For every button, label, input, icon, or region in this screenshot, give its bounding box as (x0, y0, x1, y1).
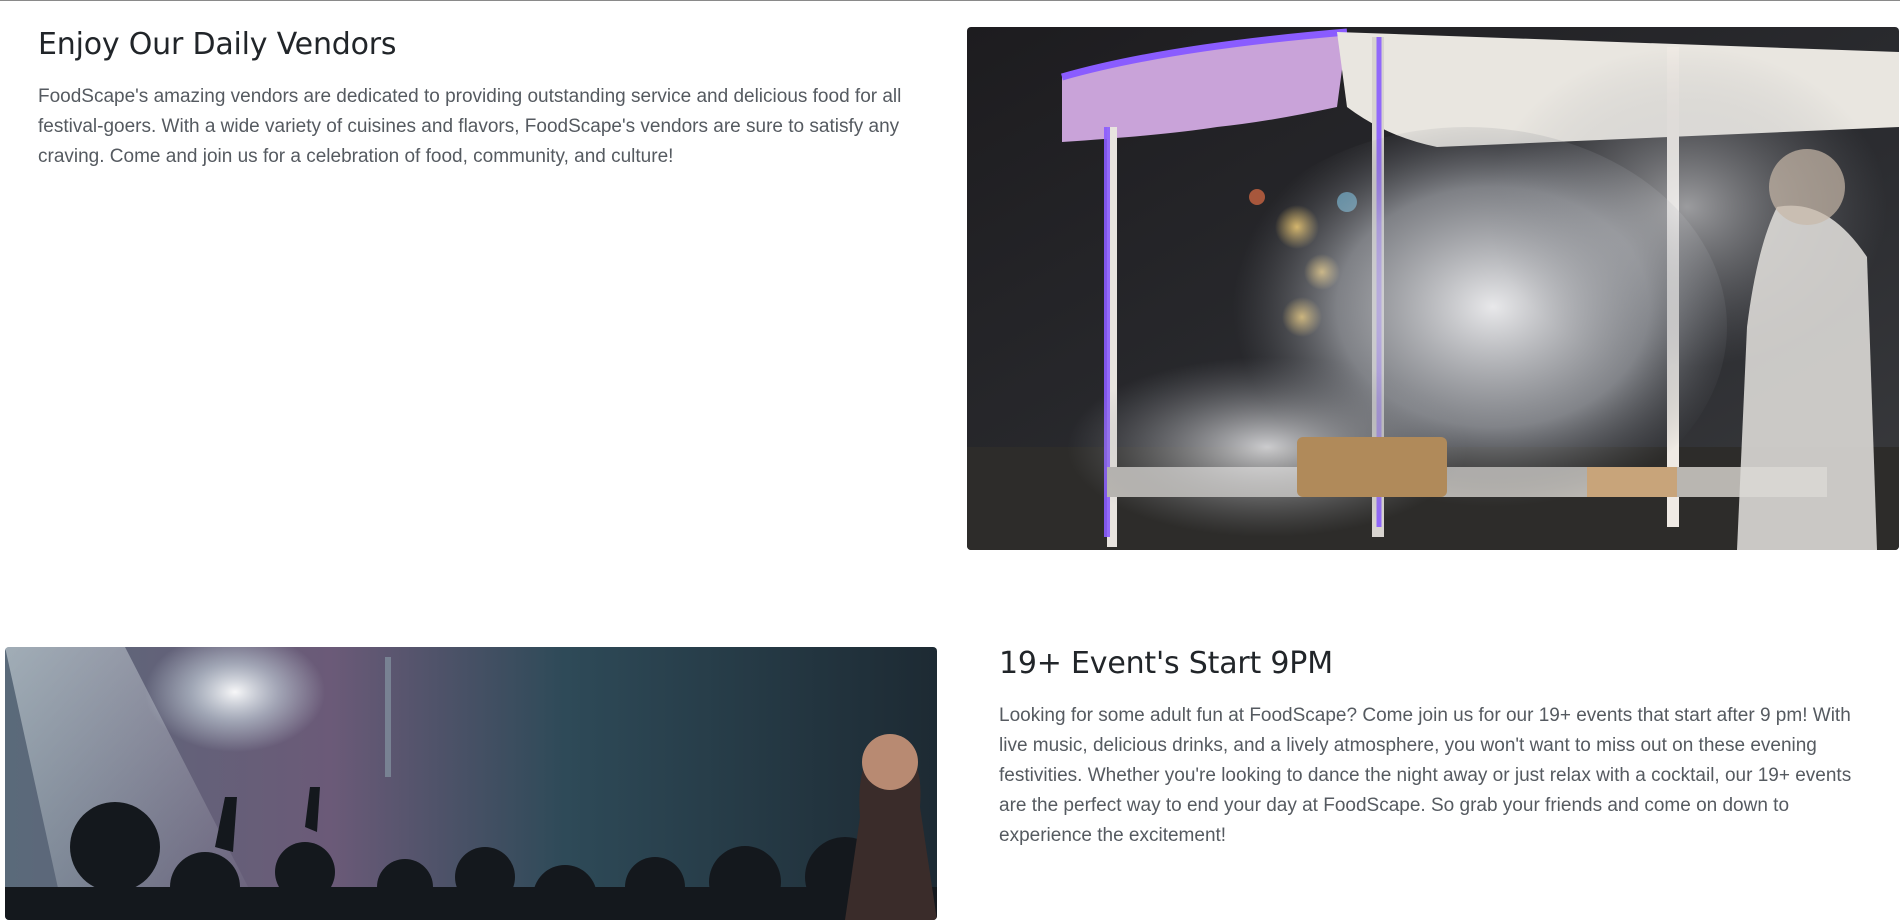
events-description: Looking for some adult fun at FoodScape?… (999, 705, 1852, 846)
vendors-heading: Enjoy Our Daily Vendors (38, 27, 397, 62)
events-text: 19+ Event's Start 9PM Looking for some a… (999, 646, 1869, 851)
vendors-text: Enjoy Our Daily Vendors FoodScape's amaz… (38, 27, 908, 172)
events-heading: 19+ Event's Start 9PM (999, 646, 1333, 681)
food-cart-photo-icon (967, 27, 1899, 550)
events-image (5, 647, 937, 920)
concert-crowd-photo-icon (5, 647, 937, 920)
vendors-description: FoodScape's amazing vendors are dedicate… (38, 86, 902, 167)
vendors-image (967, 27, 1899, 550)
